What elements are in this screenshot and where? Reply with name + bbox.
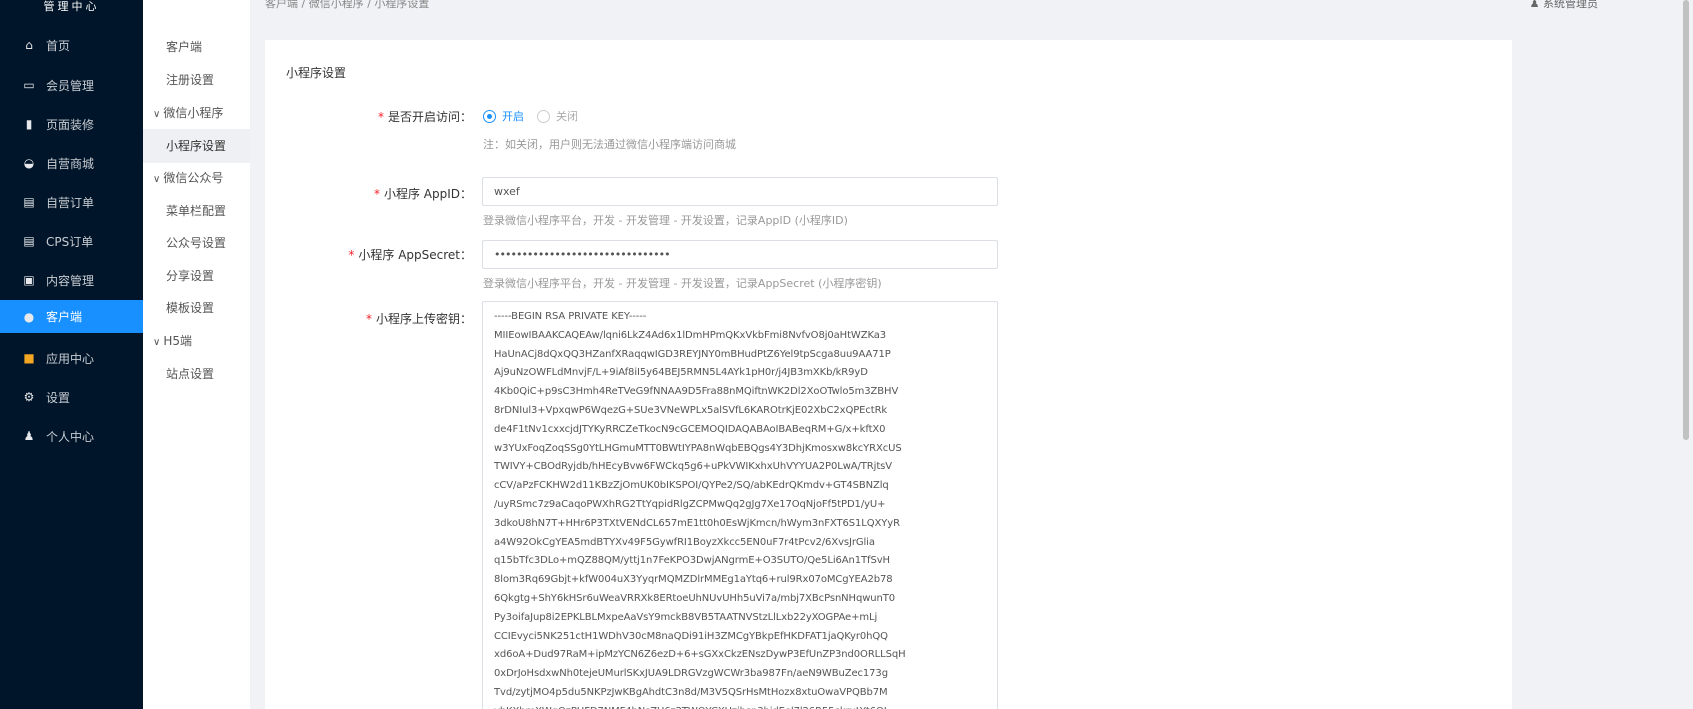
submenu-item-label: 小程序设置 — [166, 139, 227, 153]
sidebar-item-label: 首页 — [46, 38, 71, 53]
secondary-sidebar: 客户端 注册设置 ∨ 微信小程序 小程序设置 ∨ 微信公众号 菜单栏配置 公众号设置… — [143, 0, 250, 709]
chevron-down-icon: ∨ — [153, 174, 161, 185]
user-menu[interactable]: ♟ 系统管理员 — [1530, 0, 1598, 11]
submenu-item-miniprogram-settings[interactable]: 小程序设置 — [143, 129, 250, 163]
member-icon: ▭ — [23, 78, 35, 92]
settings-card: 小程序设置 * 是否开启访问： 开启 关闭 注：如关闭，用户则无法通过微信小程序端… — [265, 40, 1512, 709]
submenu-group-h5[interactable]: ∨ H5端 — [143, 326, 250, 356]
chevron-down-icon: ∨ — [153, 109, 161, 120]
basket-icon: ◒ — [23, 156, 35, 170]
breadcrumb: 客户端 / 微信小程序 / 小程序设置 — [265, 0, 430, 10]
submenu-item-template-settings[interactable]: 模板设置 — [143, 291, 250, 325]
submenu-item-client[interactable]: 客户端 — [143, 30, 250, 64]
submenu-group-label: 微信小程序 — [163, 106, 224, 120]
access-label-text: 是否开启访问： — [387, 110, 472, 124]
appid-label: * 小程序 AppID： — [374, 185, 472, 202]
submenu-item-label: 站点设置 — [166, 367, 215, 381]
sidebar-item-label: 页面装修 — [46, 117, 95, 132]
sidebar-item-label: 内容管理 — [46, 273, 95, 288]
appsecret-label: * 小程序 AppSecret： — [348, 246, 472, 263]
radio-label: 关闭 — [556, 110, 578, 123]
submenu-item-label: 分享设置 — [166, 269, 215, 283]
access-hint: 注：如关闭，用户则无法通过微信小程序端访问商城 — [483, 138, 736, 151]
submenu-group-wechat-miniprogram[interactable]: ∨ 微信小程序 — [143, 98, 250, 128]
submenu-item-label: 客户端 — [166, 40, 203, 54]
user-icon: ♟ — [23, 429, 35, 443]
bar-chart-icon: ▮ — [25, 117, 33, 131]
sidebar-item-apps[interactable]: ■ 应用中心 — [0, 340, 143, 376]
upload-key-textarea[interactable]: -----BEGIN RSA PRIVATE KEY----- MIIEowIB… — [482, 301, 998, 709]
sidebar-item-cps-orders[interactable]: ▤ CPS订单 — [0, 223, 143, 259]
required-mark: * — [348, 248, 355, 262]
appsecret-label-text: 小程序 AppSecret： — [358, 248, 472, 262]
sidebar-item-settings[interactable]: ⚙ 设置 — [0, 379, 143, 415]
sidebar-title: 管理中心 — [43, 0, 100, 13]
appid-input[interactable]: wxef — [482, 177, 998, 206]
order-icon: ▤ — [23, 234, 35, 248]
required-mark: * — [377, 110, 384, 124]
radio-label: 开启 — [502, 110, 524, 123]
submenu-item-label: 注册设置 — [166, 73, 215, 87]
submenu-group-label: 微信公众号 — [163, 171, 224, 185]
submenu-item-menu-config[interactable]: 菜单栏配置 — [143, 194, 250, 228]
sidebar-item-content[interactable]: ▣ 内容管理 — [0, 262, 143, 298]
user-icon: ♟ — [1529, 0, 1543, 10]
gear-icon: ⚙ — [23, 390, 35, 404]
radio-unchecked-icon — [537, 109, 550, 123]
content-icon: ▣ — [23, 273, 35, 287]
submenu-item-share-settings[interactable]: 分享设置 — [143, 259, 250, 293]
sidebar-item-label: 自营商城 — [46, 156, 95, 171]
submenu-item-label: 公众号设置 — [166, 236, 227, 250]
client-icon: ● — [23, 309, 35, 324]
appid-hint: 登录微信小程序平台，开发 - 开发管理 - 开发设置，记录AppID (小程序I… — [483, 214, 848, 227]
access-radio-on[interactable]: 开启 — [483, 108, 524, 124]
required-mark: * — [373, 187, 380, 201]
order-icon: ▤ — [23, 195, 35, 209]
sidebar-item-label: 设置 — [46, 390, 71, 405]
chevron-down-icon: ∨ — [153, 337, 161, 348]
sidebar-item-label: 会员管理 — [46, 78, 95, 93]
access-radio-off[interactable]: 关闭 — [537, 108, 578, 124]
submenu-item-label: 菜单栏配置 — [166, 204, 227, 218]
home-icon: ⌂ — [25, 38, 33, 52]
top-bar: ☰ ↻ 客户端 / 微信小程序 / 小程序设置 ♟ 系统管理员 — [143, 0, 1693, 14]
upload-key-label-text: 小程序上传密钥： — [375, 312, 472, 326]
submenu-item-label: 模板设置 — [166, 301, 215, 315]
sidebar-item-home[interactable]: ⌂ 首页 — [0, 27, 143, 63]
sidebar-item-orders[interactable]: ▤ 自营订单 — [0, 184, 143, 220]
main-sidebar: 管理中心 ⌂ 首页 ▭ 会员管理 ▮ 页面装修 ◒ 自营商城 ▤ 自营订单 ▤ … — [0, 0, 143, 709]
sidebar-item-profile[interactable]: ♟ 个人中心 — [0, 418, 143, 454]
access-label: * 是否开启访问： — [378, 108, 472, 125]
submenu-item-site-settings[interactable]: 站点设置 — [143, 357, 250, 391]
submenu-group-wechat-official[interactable]: ∨ 微信公众号 — [143, 163, 250, 193]
sidebar-item-client[interactable]: ● 客户端 — [0, 300, 143, 333]
appsecret-input[interactable]: •••••••••••••••••••••••••••••••• — [482, 240, 998, 269]
sidebar-item-label: 客户端 — [46, 310, 83, 324]
upload-key-label: * 小程序上传密钥： — [366, 310, 472, 327]
page-title: 小程序设置 — [286, 66, 347, 80]
sidebar-item-label: 应用中心 — [46, 351, 95, 366]
user-name: 系统管理员 — [1543, 0, 1598, 10]
sidebar-item-label: 自营订单 — [46, 195, 95, 210]
appid-label-text: 小程序 AppID： — [383, 187, 472, 201]
submenu-item-register[interactable]: 注册设置 — [143, 63, 250, 97]
sidebar-item-members[interactable]: ▭ 会员管理 — [0, 67, 143, 103]
appsecret-hint: 登录微信小程序平台，开发 - 开发管理 - 开发设置，记录AppSecret (… — [483, 277, 882, 290]
apps-icon: ■ — [23, 351, 35, 365]
submenu-group-label: H5端 — [163, 334, 192, 348]
required-mark: * — [365, 312, 372, 326]
sidebar-item-label: CPS订单 — [46, 234, 94, 249]
sidebar-item-page-design[interactable]: ▮ 页面装修 — [0, 106, 143, 142]
page-scrollbar[interactable] — [1683, 0, 1689, 440]
submenu-item-official-settings[interactable]: 公众号设置 — [143, 226, 250, 260]
radio-checked-icon — [483, 109, 496, 123]
sidebar-item-mall[interactable]: ◒ 自营商城 — [0, 145, 143, 181]
sidebar-item-label: 个人中心 — [46, 429, 95, 444]
